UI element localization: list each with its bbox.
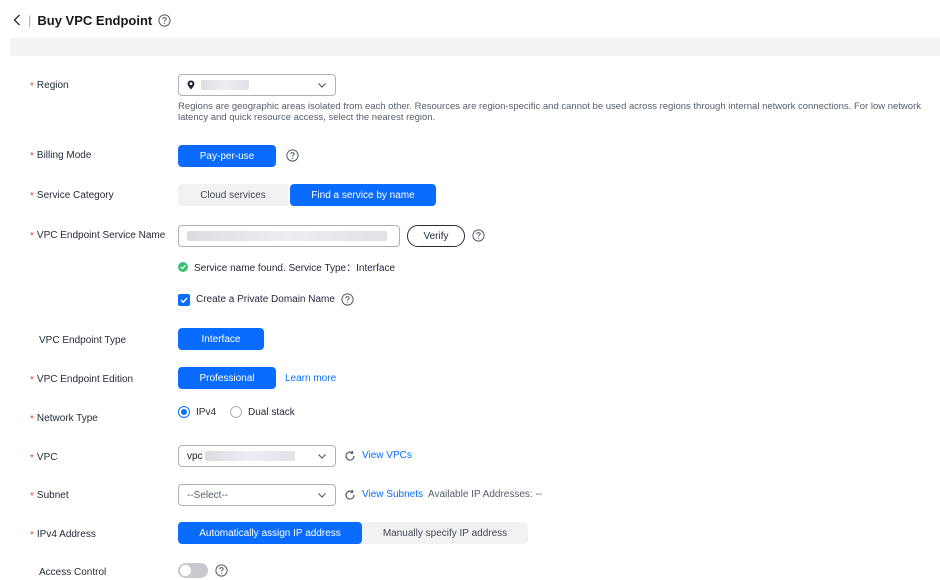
required-mark: * xyxy=(30,453,34,464)
header-divider: | xyxy=(28,12,32,28)
endpoint-edition-label: * VPC Endpoint Edition xyxy=(30,374,134,386)
required-mark: * xyxy=(30,530,34,541)
view-vpcs-link[interactable]: View VPCs xyxy=(362,450,412,461)
subnet-select[interactable]: --Select-- xyxy=(178,484,336,506)
access-control-label: Access Control xyxy=(39,567,107,578)
required-mark: * xyxy=(30,151,34,162)
billing-mode-label: * Billing Mode xyxy=(30,150,92,162)
service-name-label: * VPC Endpoint Service Name xyxy=(30,230,166,242)
refresh-icon[interactable] xyxy=(344,450,356,462)
help-circle-icon[interactable] xyxy=(158,13,171,27)
subnet-label: * Subnet xyxy=(30,490,69,502)
view-subnets-link[interactable]: View Subnets xyxy=(362,489,423,500)
page-header: | Buy VPC Endpoint xyxy=(12,6,171,34)
available-ip-addresses: Available IP Addresses: -- xyxy=(428,489,543,500)
manual-ip-option[interactable]: Manually specify IP address xyxy=(362,522,528,544)
find-service-by-name-option[interactable]: Find a service by name xyxy=(290,184,436,206)
cloud-services-option[interactable]: Cloud services xyxy=(178,184,288,206)
pay-per-use-button[interactable]: Pay-per-use xyxy=(178,145,276,167)
dual-stack-radio[interactable] xyxy=(230,406,243,418)
private-domain-label: Create a Private Domain Name xyxy=(196,294,335,305)
service-found-text: Service name found. Service Type：Interfa… xyxy=(194,263,396,274)
network-type-label: * Network Type xyxy=(30,413,98,425)
region-label: * Region xyxy=(30,80,69,92)
region-select[interactable] xyxy=(178,74,336,96)
learn-more-link[interactable]: Learn more xyxy=(285,373,336,384)
required-mark: * xyxy=(30,191,34,202)
professional-edition-button[interactable]: Professional xyxy=(178,367,276,389)
location-pin-icon xyxy=(187,80,195,90)
toggle-knob xyxy=(180,565,191,576)
help-circle-icon[interactable] xyxy=(286,149,299,162)
back-arrow-icon[interactable] xyxy=(12,13,22,27)
service-category-label: * Service Category xyxy=(30,190,114,202)
help-circle-icon[interactable] xyxy=(472,229,485,242)
service-found-status: Service name found. Service Type：Interfa… xyxy=(178,259,395,274)
help-circle-icon[interactable] xyxy=(215,564,228,577)
auto-assign-ip-option[interactable]: Automatically assign IP address xyxy=(178,522,362,544)
network-type-radio-group: IPv4 Dual stack xyxy=(178,406,309,418)
section-band xyxy=(10,38,940,56)
redacted-service-name xyxy=(187,231,387,241)
ipv4-radio-label: IPv4 xyxy=(196,406,217,418)
vpc-select[interactable]: vpc xyxy=(178,445,336,467)
region-hint: Regions are geographic areas isolated fr… xyxy=(178,101,921,123)
required-mark: * xyxy=(30,375,34,386)
required-mark: * xyxy=(30,81,34,92)
chevron-down-icon xyxy=(317,451,327,461)
endpoint-type-label: VPC Endpoint Type xyxy=(39,335,127,346)
private-domain-row: Create a Private Domain Name xyxy=(178,293,354,306)
vpc-value-prefix: vpc xyxy=(187,450,203,462)
redacted-region-value xyxy=(201,80,249,90)
chevron-down-icon xyxy=(317,80,327,90)
verify-button[interactable]: Verify xyxy=(407,225,465,247)
required-mark: * xyxy=(30,491,34,502)
subnet-placeholder: --Select-- xyxy=(187,489,229,501)
interface-type-button[interactable]: Interface xyxy=(178,328,264,350)
required-mark: * xyxy=(30,414,34,425)
redacted-vpc-value xyxy=(204,451,295,461)
ipv4-address-label: * IPv4 Address xyxy=(30,529,96,541)
required-mark: * xyxy=(30,231,34,242)
access-control-toggle[interactable] xyxy=(178,563,208,578)
page-title: Buy VPC Endpoint xyxy=(37,12,153,28)
vpc-label: * VPC xyxy=(30,452,58,464)
service-name-input[interactable] xyxy=(178,225,400,247)
private-domain-checkbox[interactable] xyxy=(178,293,190,306)
chevron-down-icon xyxy=(317,490,327,500)
refresh-icon[interactable] xyxy=(344,489,356,501)
ipv4-radio[interactable] xyxy=(178,406,190,418)
help-circle-icon[interactable] xyxy=(341,293,354,306)
dual-stack-radio-label: Dual stack xyxy=(248,406,295,418)
success-check-icon xyxy=(178,261,188,272)
